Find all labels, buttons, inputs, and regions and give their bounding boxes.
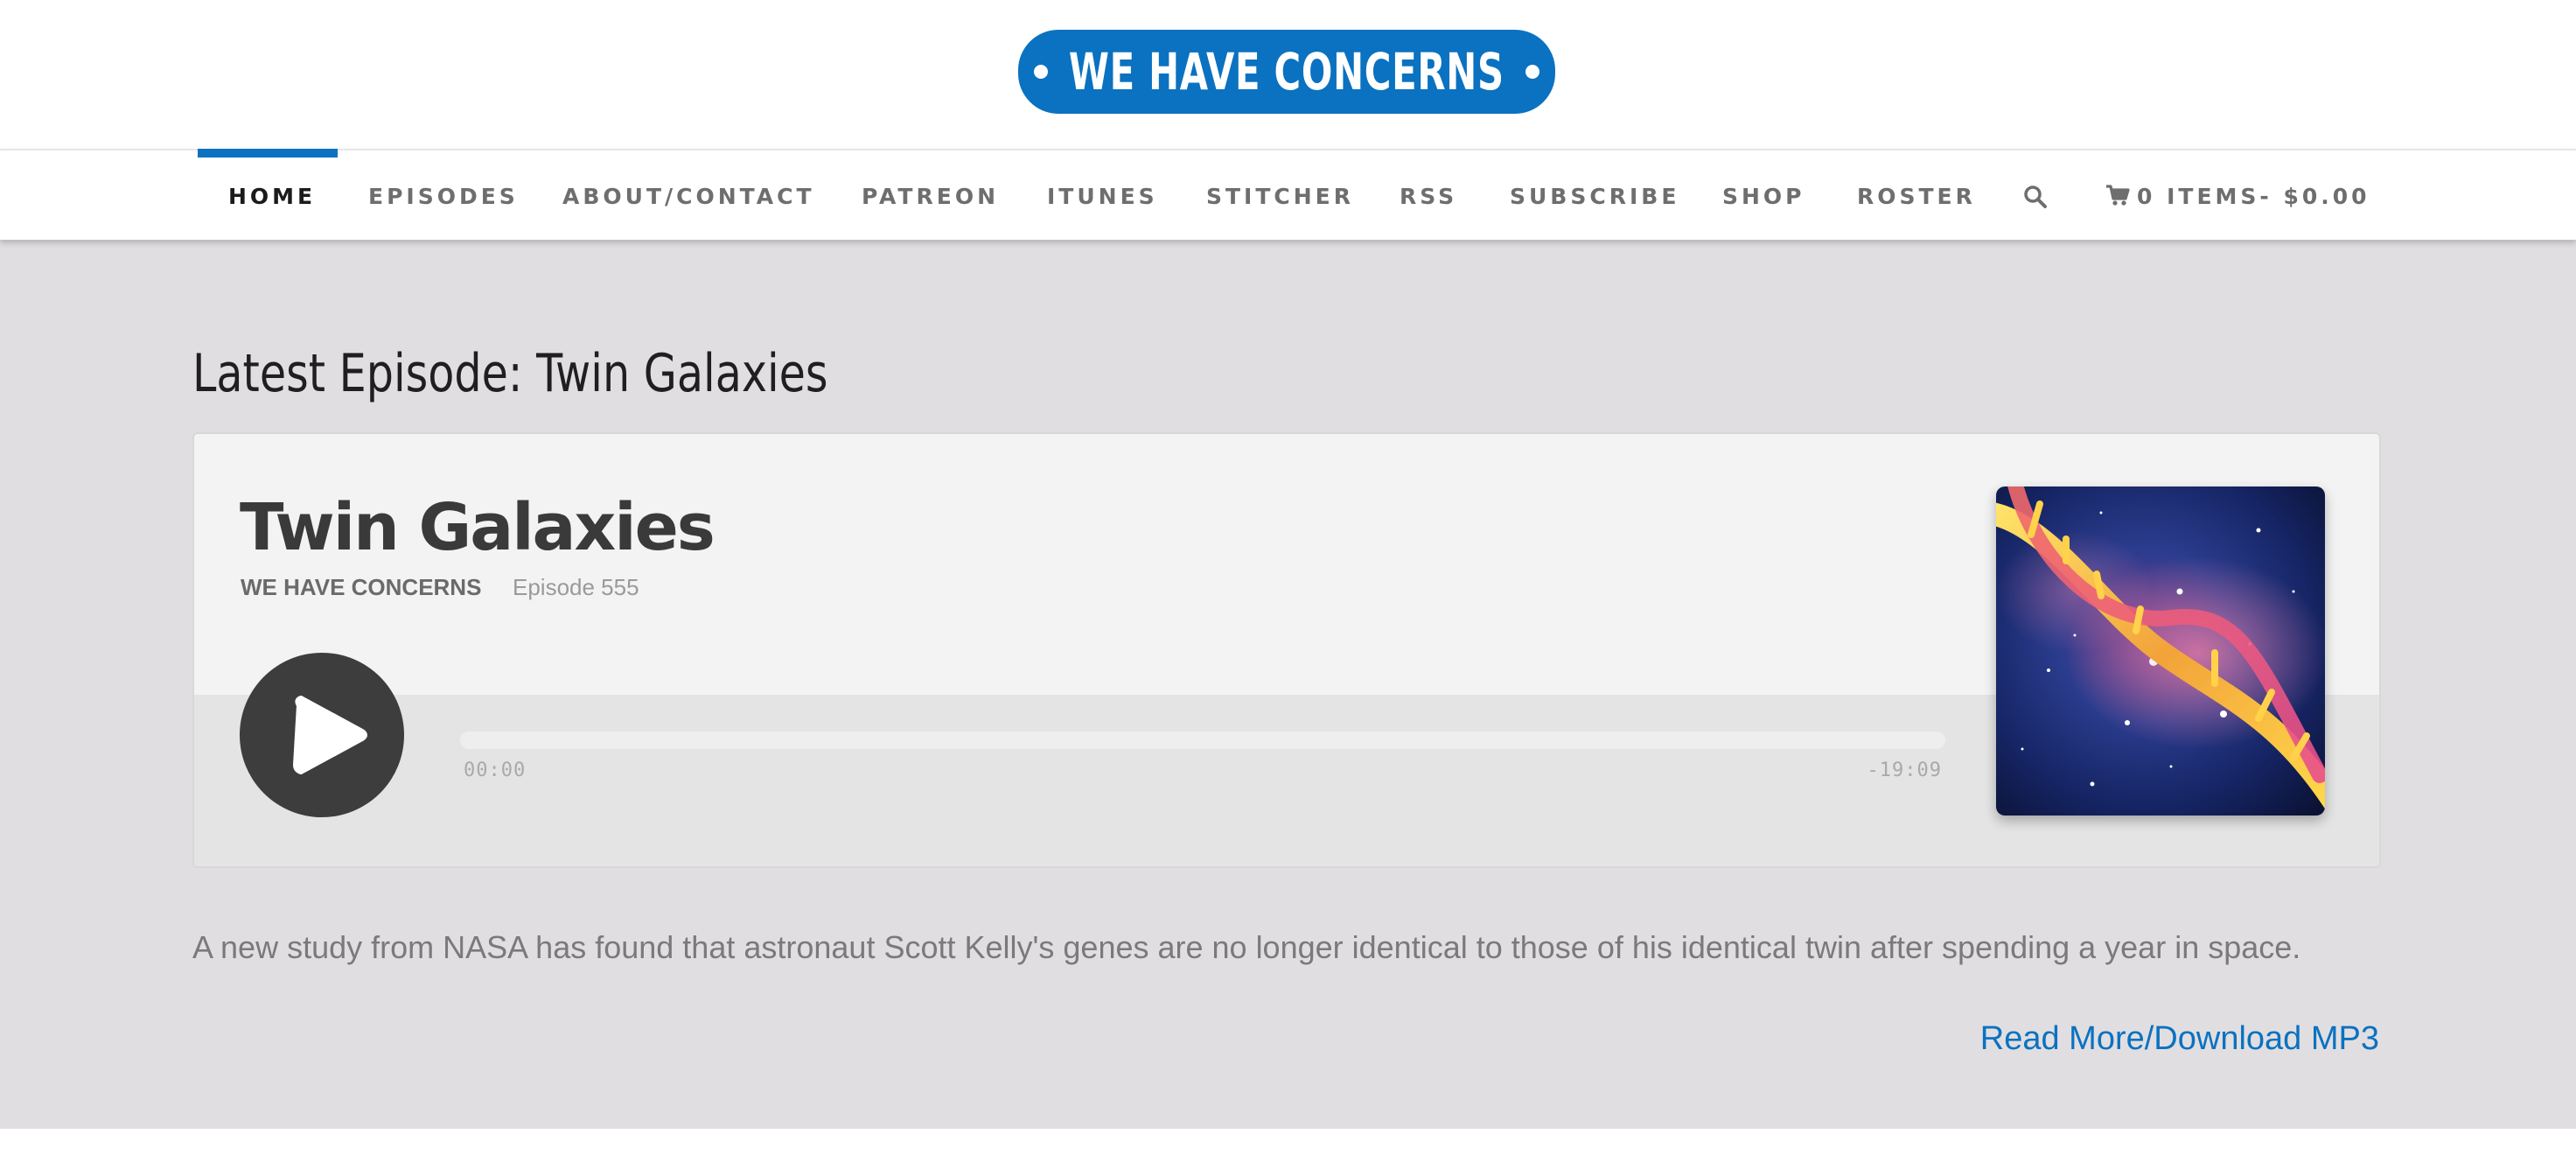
nav-item-stitcher[interactable]: STITCHER: [1206, 150, 1354, 240]
episode-title: Twin Galaxies: [240, 490, 716, 565]
site-logo[interactable]: WE HAVE CONCERNS: [1018, 30, 1555, 114]
logo-text: WE HAVE CONCERNS: [1069, 42, 1504, 102]
cart-link[interactable]: 0 ITEMS- $0.00: [2105, 150, 2370, 240]
cart-label: 0 ITEMS- $0.00: [2137, 184, 2370, 209]
nav-item-subscribe[interactable]: SUBSCRIBE: [1510, 150, 1679, 240]
nav-item-roster[interactable]: ROSTER: [1857, 150, 1976, 240]
page: WE HAVE CONCERNS HOME EPISODES ABOUT/CON…: [0, 0, 2576, 1155]
progress-bar[interactable]: [460, 732, 1945, 749]
logo-dot-icon: [1525, 65, 1539, 79]
elapsed-time: 00:00: [464, 760, 527, 781]
footer-strip: [0, 1129, 2576, 1155]
play-button[interactable]: [240, 653, 404, 817]
search-icon[interactable]: [2022, 184, 2049, 210]
site-header: WE HAVE CONCERNS: [0, 0, 2576, 149]
main-content: Latest Episode: Twin Galaxies Twin Galax…: [0, 238, 2576, 1129]
nav-item-itunes[interactable]: ITUNES: [1047, 150, 1158, 240]
latest-episode-heading: Latest Episode: Twin Galaxies: [192, 343, 828, 404]
episode-artwork: [1996, 486, 2325, 816]
episode-number: Episode 555: [513, 574, 639, 600]
main-nav: HOME EPISODES ABOUT/CONTACT PATREON ITUN…: [0, 149, 2576, 240]
remaining-time: -19:09: [1867, 760, 1942, 781]
nav-item-patreon[interactable]: PATREON: [862, 150, 999, 240]
logo-dot-icon: [1034, 65, 1048, 79]
read-more-download-link[interactable]: Read More/Download MP3: [1980, 1020, 2379, 1058]
play-icon: [293, 696, 367, 774]
nav-item-rss[interactable]: RSS: [1400, 150, 1457, 240]
cart-icon: [2106, 185, 2130, 206]
podcast-player: Twin Galaxies WE HAVE CONCERNS Episode 5…: [192, 432, 2381, 868]
nav-item-episodes[interactable]: EPISODES: [368, 150, 519, 240]
nav-item-about-contact[interactable]: ABOUT/CONTACT: [562, 150, 815, 240]
episode-description: A new study from NASA has found that ast…: [192, 929, 2301, 965]
nav-item-shop[interactable]: SHOP: [1722, 150, 1805, 240]
show-name: WE HAVE CONCERNS: [241, 574, 482, 600]
dna-galaxy-image: [1996, 486, 2325, 816]
nav-item-home[interactable]: HOME: [228, 150, 316, 240]
